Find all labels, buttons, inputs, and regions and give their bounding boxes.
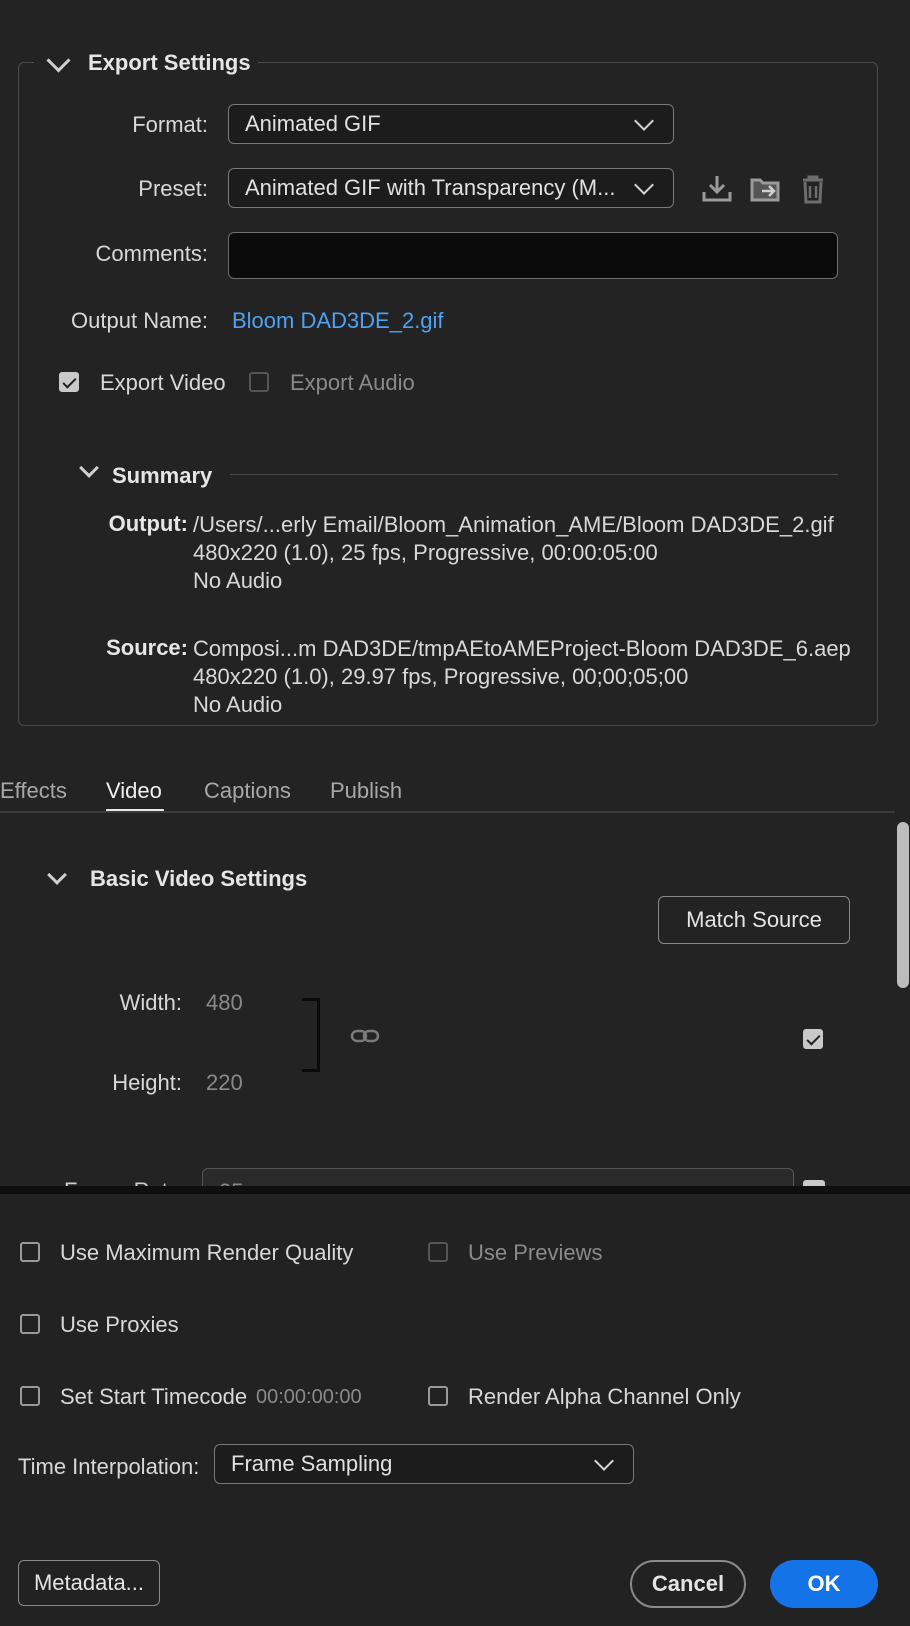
start-timecode-label: Set Start Timecode: [60, 1384, 248, 1409]
width-label: Width:: [119, 990, 182, 1015]
import-preset-icon[interactable]: [748, 172, 782, 206]
scrollbar-thumb[interactable]: [897, 822, 909, 988]
match-source-button[interactable]: Match Source: [658, 896, 850, 944]
use-proxies-checkbox[interactable]: [20, 1314, 40, 1334]
basic-video-title: Basic Video Settings: [90, 866, 308, 891]
alpha-only-label: Render Alpha Channel Only: [468, 1384, 741, 1409]
summary-output-line: 480x220 (1.0), 25 fps, Progressive, 00:0…: [193, 540, 658, 565]
max-render-quality-label: Use Maximum Render Quality: [60, 1240, 354, 1265]
summary-output-label: Output:: [108, 511, 188, 536]
export-settings-title: Export Settings: [88, 50, 251, 75]
output-name-link[interactable]: Bloom DAD3DE_2.gif: [232, 308, 444, 334]
summary-source-line: 480x220 (1.0), 29.97 fps, Progressive, 0…: [193, 664, 689, 689]
summary-output-block: /Users/...erly Email/Bloom_Animation_AME…: [193, 511, 893, 595]
time-interpolation-dropdown[interactable]: Frame Sampling: [214, 1444, 634, 1484]
comments-label: Comments:: [95, 241, 208, 266]
export-audio-checkbox[interactable]: [249, 372, 269, 392]
use-previews-checkbox[interactable]: [428, 1242, 448, 1262]
chevron-down-icon: [634, 175, 654, 195]
summary-source-label: Source:: [106, 635, 188, 660]
chevron-down-icon: [594, 1451, 614, 1471]
preset-dropdown-value: Animated GIF with Transparency (M...: [245, 175, 616, 200]
summary-output-line: No Audio: [193, 568, 283, 593]
start-timecode-value[interactable]: 00:00:00:00: [256, 1386, 362, 1409]
basic-video-chevron-icon[interactable]: [47, 865, 67, 885]
save-preset-icon[interactable]: [700, 172, 734, 206]
link-chain-icon[interactable]: [350, 1026, 380, 1046]
chevron-down-icon: [634, 111, 654, 131]
cancel-button[interactable]: Cancel: [630, 1560, 746, 1608]
summary-divider: [230, 474, 838, 475]
start-timecode-checkbox[interactable]: [20, 1386, 40, 1406]
format-label: Format:: [132, 112, 208, 137]
height-value[interactable]: 220: [206, 1070, 243, 1096]
format-dropdown[interactable]: Animated GIF: [228, 104, 674, 144]
format-dropdown-value: Animated GIF: [245, 111, 381, 136]
dimension-override-checkbox[interactable]: [803, 1029, 823, 1049]
constrain-bracket: [302, 998, 320, 1072]
tab-captions[interactable]: Captions: [204, 778, 291, 804]
alpha-only-checkbox[interactable]: [428, 1386, 448, 1406]
tab-publish[interactable]: Publish: [330, 778, 402, 804]
max-render-quality-checkbox[interactable]: [20, 1242, 40, 1262]
export-video-checkbox[interactable]: [59, 372, 79, 392]
time-interpolation-label: Time Interpolation:: [18, 1454, 200, 1479]
export-video-label: Export Video: [100, 370, 226, 395]
height-label: Height:: [112, 1070, 182, 1095]
summary-source-block: Composi...m DAD3DE/tmpAEtoAMEProject-Blo…: [193, 635, 893, 719]
ok-button[interactable]: OK: [770, 1560, 878, 1608]
tabs-divider: [0, 811, 895, 813]
tab-video[interactable]: Video: [106, 778, 162, 804]
delete-preset-icon[interactable]: [796, 172, 830, 206]
preset-label: Preset:: [138, 176, 208, 201]
width-value[interactable]: 480: [206, 990, 243, 1016]
use-proxies-label: Use Proxies: [60, 1312, 179, 1337]
summary-source-line: Composi...m DAD3DE/tmpAEtoAMEProject-Blo…: [193, 636, 851, 661]
panel-divider: [0, 1186, 910, 1194]
comments-field[interactable]: [228, 232, 838, 279]
tab-effects[interactable]: Effects: [0, 778, 67, 804]
preset-dropdown[interactable]: Animated GIF with Transparency (M...: [228, 168, 674, 208]
summary-title: Summary: [112, 463, 213, 488]
summary-source-line: No Audio: [193, 692, 283, 717]
summary-output-line: /Users/...erly Email/Bloom_Animation_AME…: [193, 512, 834, 537]
metadata-button[interactable]: Metadata...: [18, 1560, 160, 1606]
time-interpolation-value: Frame Sampling: [231, 1451, 393, 1476]
use-previews-label: Use Previews: [468, 1240, 603, 1265]
output-name-label: Output Name:: [71, 308, 208, 333]
export-audio-label: Export Audio: [290, 370, 415, 395]
